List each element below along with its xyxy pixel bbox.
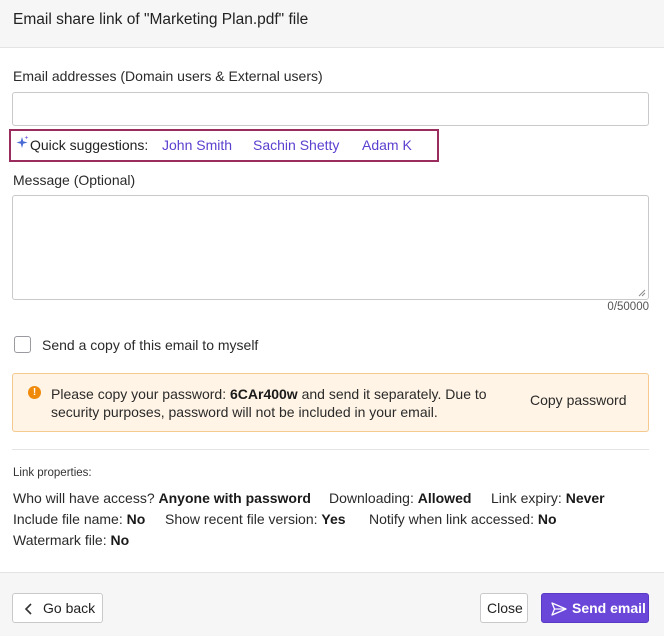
prop-watermark-value: No <box>110 532 130 548</box>
copy-to-self-label: Send a copy of this email to myself <box>42 337 259 353</box>
prop-include-file-name: Include file name: No <box>13 511 145 527</box>
suggestions-label: Quick suggestions: <box>30 137 149 153</box>
suggestion-john-smith[interactable]: John Smith <box>162 137 232 153</box>
prop-expiry-value: Never <box>565 490 605 506</box>
prop-downloading-value: Allowed <box>417 490 472 506</box>
divider <box>12 449 649 450</box>
password-value: 6CAr400w <box>229 386 298 402</box>
resize-grip-icon[interactable] <box>638 289 646 297</box>
message-label: Message (Optional) <box>13 172 136 188</box>
email-input[interactable] <box>12 92 649 126</box>
suggestion-adam-k[interactable]: Adam K <box>362 137 412 153</box>
prop-access-value: Anyone with password <box>158 490 311 506</box>
prop-notify: Notify when link accessed: No <box>369 511 557 527</box>
send-icon <box>551 602 567 616</box>
prop-recent-version-label: Show recent file version: <box>165 511 322 527</box>
prop-notify-value: No <box>537 511 557 527</box>
prop-include-file-name-value: No <box>126 511 146 527</box>
copy-password-button[interactable]: Copy password <box>530 392 627 408</box>
character-counter: 0/50000 <box>607 301 649 313</box>
prop-expiry: Link expiry: Never <box>491 490 605 506</box>
prop-watermark: Watermark file: No <box>13 532 129 548</box>
prop-notify-label: Notify when link accessed: <box>369 511 538 527</box>
send-email-button[interactable]: Send email <box>541 593 649 623</box>
prop-access: Who will have access? Anyone with passwo… <box>13 490 311 506</box>
go-back-label: Go back <box>43 600 96 616</box>
prop-expiry-label: Link expiry: <box>491 490 566 506</box>
chevron-left-icon <box>24 603 32 615</box>
dialog-footer: Go back Close Send email <box>0 572 664 636</box>
prop-downloading-label: Downloading: <box>329 490 418 506</box>
password-notice: ! Please copy your password: 6CAr400w an… <box>12 373 649 432</box>
notice-text-before: Please copy your password: <box>51 386 230 402</box>
email-label: Email addresses (Domain users & External… <box>13 68 323 84</box>
send-email-label: Send email <box>572 600 646 616</box>
suggestion-sachin-shetty[interactable]: Sachin Shetty <box>253 137 339 153</box>
prop-recent-version-value: Yes <box>321 511 346 527</box>
go-back-button[interactable]: Go back <box>12 593 103 623</box>
prop-recent-version: Show recent file version: Yes <box>165 511 346 527</box>
sparkle-icon <box>16 135 29 148</box>
dialog-title: Email share link of "Marketing Plan.pdf"… <box>13 11 309 28</box>
quick-suggestions: Quick suggestions: John Smith Sachin She… <box>9 129 439 162</box>
password-notice-text: Please copy your password: 6CAr400w and … <box>51 385 521 421</box>
prop-access-label: Who will have access? <box>13 490 159 506</box>
message-textarea[interactable] <box>12 195 649 300</box>
close-label: Close <box>487 600 523 616</box>
link-properties-title: Link properties: <box>13 467 92 479</box>
close-button[interactable]: Close <box>480 593 528 623</box>
copy-to-self-checkbox[interactable] <box>14 336 31 353</box>
prop-watermark-label: Watermark file: <box>13 532 111 548</box>
warning-icon: ! <box>28 386 41 399</box>
dialog-header: Email share link of "Marketing Plan.pdf"… <box>0 0 664 48</box>
prop-include-file-name-label: Include file name: <box>13 511 127 527</box>
prop-downloading: Downloading: Allowed <box>329 490 471 506</box>
